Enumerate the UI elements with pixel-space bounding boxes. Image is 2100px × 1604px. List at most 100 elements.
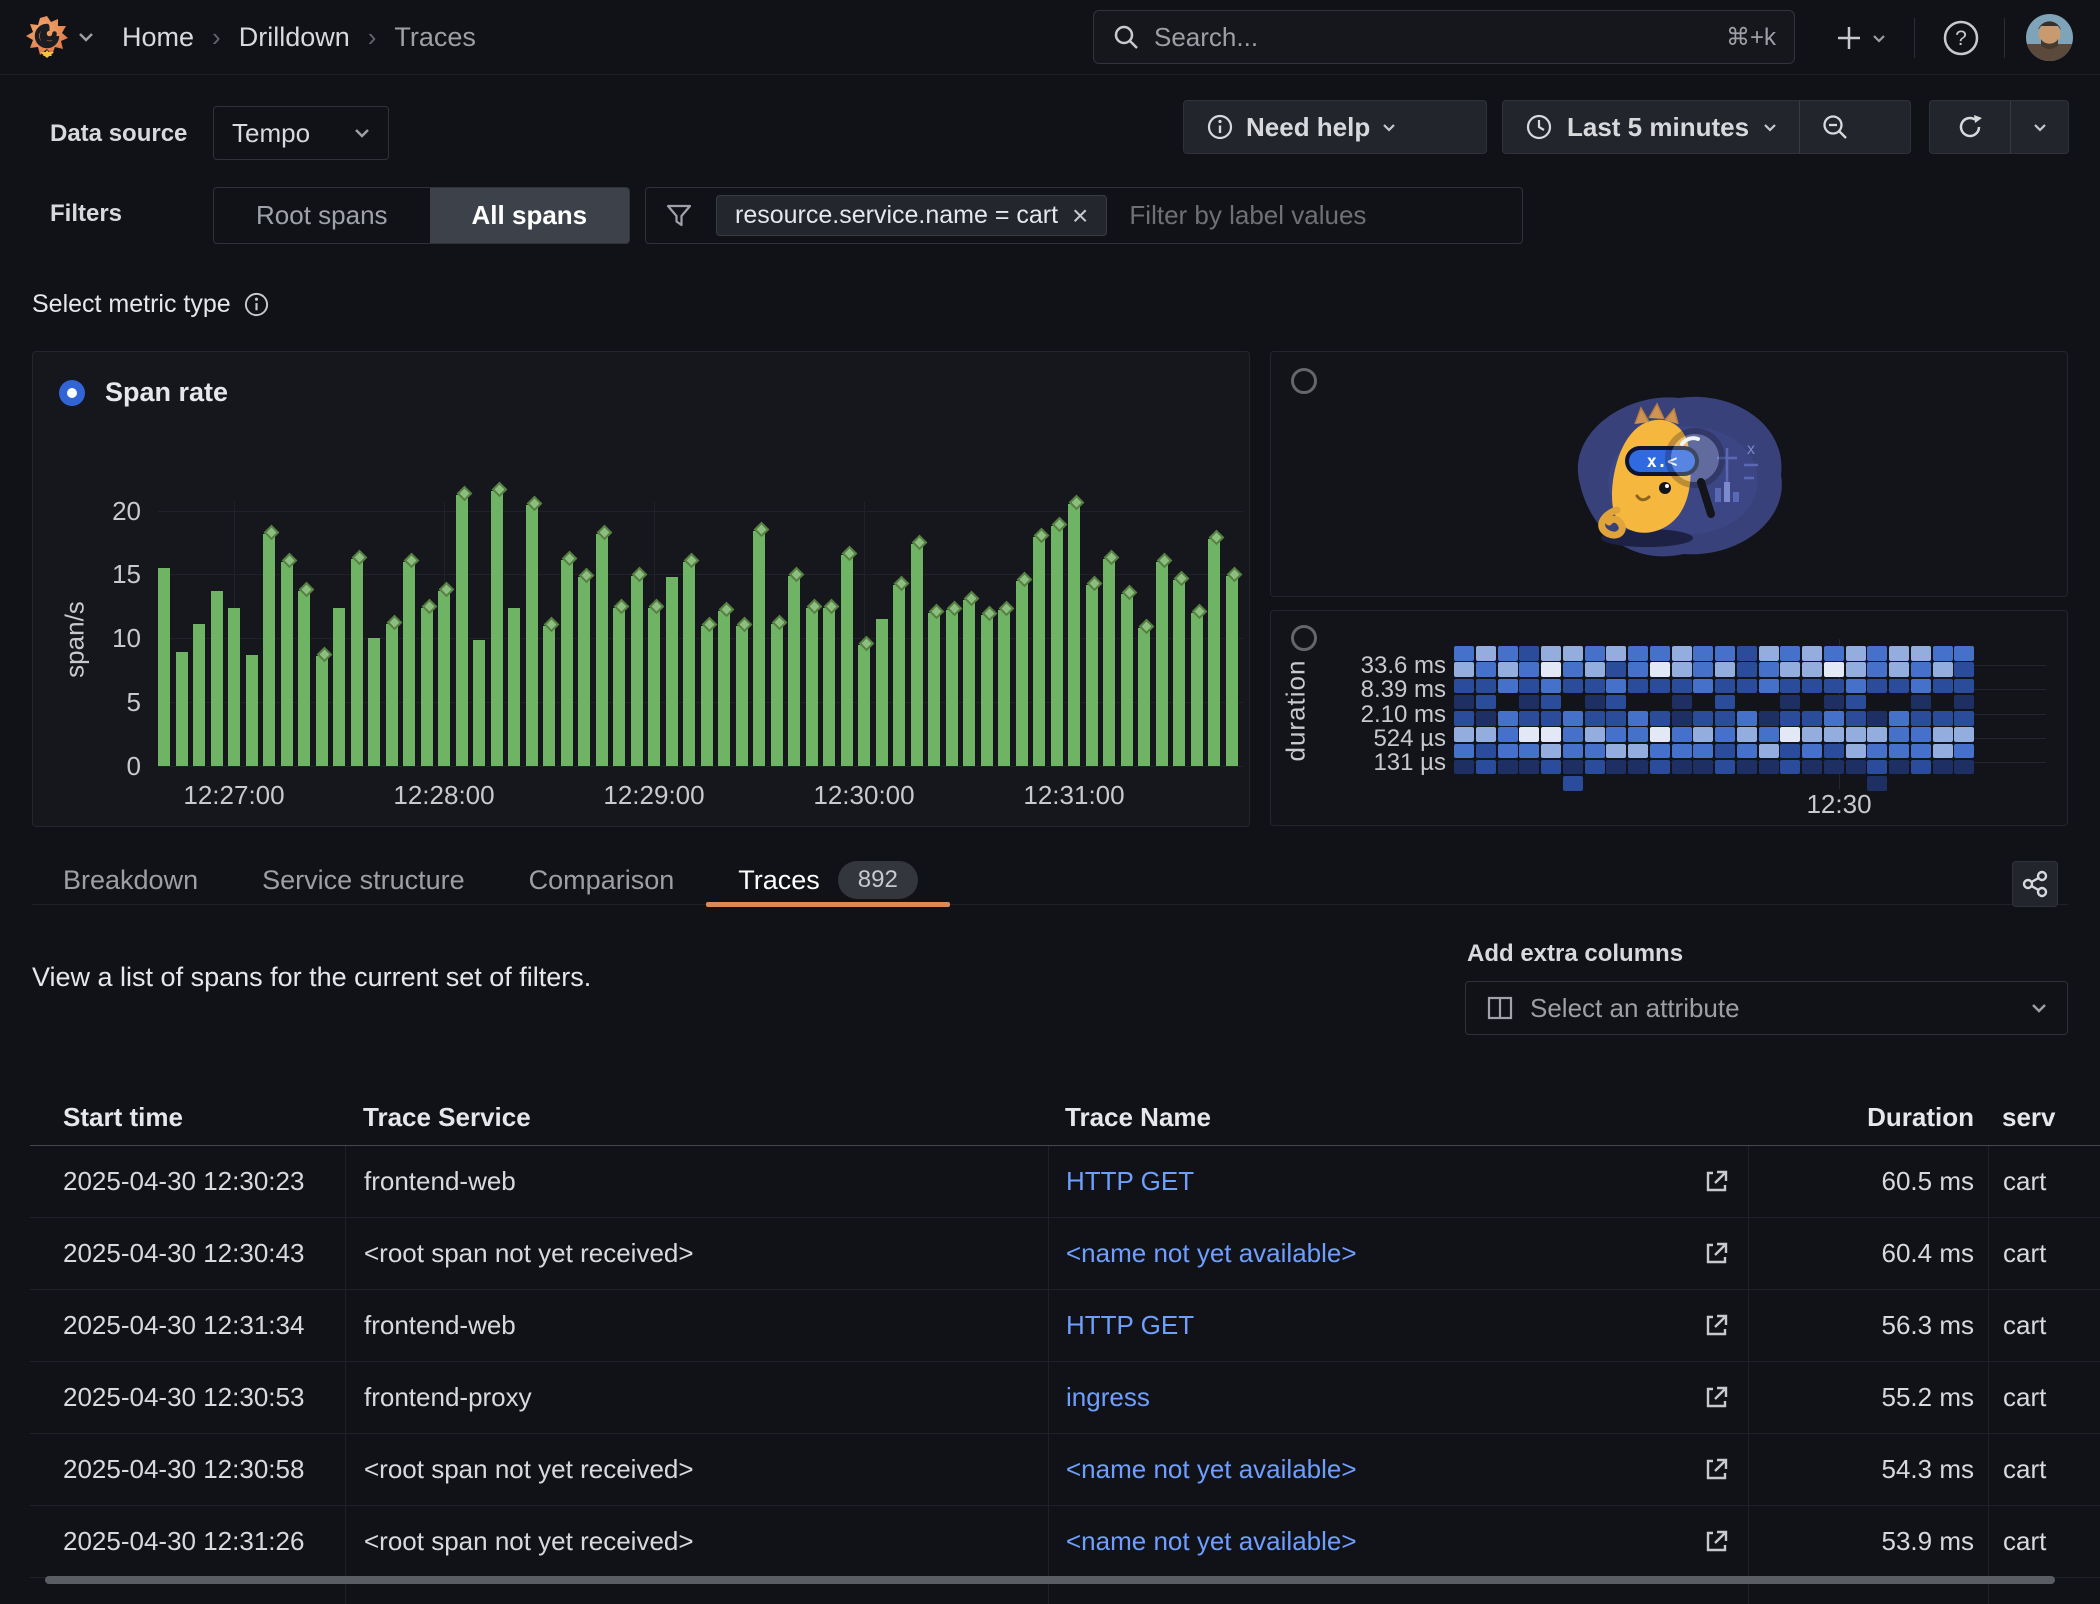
heatmap-cell[interactable] [1650,679,1670,694]
heatmap-cell[interactable] [1933,679,1953,694]
heatmap-cell[interactable] [1498,760,1518,775]
heatmap-cell[interactable] [1780,711,1800,726]
zoom-out-button[interactable] [1800,101,1870,153]
bar[interactable] [228,608,240,766]
metric-option-radio[interactable] [1291,368,1317,394]
heatmap-cell[interactable] [1867,711,1887,726]
heatmap-cell[interactable] [1780,744,1800,759]
bar[interactable] [613,608,625,766]
heatmap-cell[interactable] [1759,760,1779,775]
bar[interactable] [666,577,678,766]
heatmap-cell[interactable] [1563,776,1583,791]
heatmap-cell[interactable] [1628,662,1648,677]
bar[interactable] [1208,539,1220,766]
user-avatar[interactable] [2026,14,2073,61]
heatmap-cell[interactable] [1846,760,1866,775]
heatmap-cell[interactable] [1519,744,1539,759]
heatmap-cell[interactable] [1672,760,1692,775]
time-range-picker[interactable]: Last 5 minutes [1503,101,1799,153]
heatmap-cell[interactable] [1541,727,1561,742]
heatmap-cell[interactable] [1585,711,1605,726]
bar[interactable] [333,608,345,766]
all-spans-option[interactable]: All spans [430,188,630,243]
heatmap-cell[interactable] [1476,679,1496,694]
trace-name-link[interactable]: <name not yet available> [1066,1526,1357,1557]
heatmap-cell[interactable] [1672,662,1692,677]
bar[interactable] [876,619,888,766]
heatmap-cell[interactable] [1585,744,1605,759]
heatmap-cell[interactable] [1650,646,1670,661]
heatmap-cell[interactable] [1802,711,1822,726]
heatmap-cell[interactable] [1824,711,1844,726]
bar[interactable] [1051,526,1063,766]
column-header[interactable]: Duration [1748,1090,1988,1145]
heatmap-cell[interactable] [1563,662,1583,677]
heatmap-cell[interactable] [1476,744,1496,759]
column-header[interactable]: Trace Name [1048,1090,1748,1145]
heatmap-cell[interactable] [1628,727,1648,742]
external-link-icon[interactable] [1703,1456,1730,1483]
heatmap-cell[interactable] [1672,679,1692,694]
heatmap-cell[interactable] [1585,646,1605,661]
heatmap-cell[interactable] [1889,727,1909,742]
bar[interactable] [963,600,975,766]
trace-name-link[interactable]: HTTP GET [1066,1166,1194,1197]
search-input[interactable]: Search... ⌘+k [1093,10,1795,64]
heatmap-cell[interactable] [1563,760,1583,775]
bar[interactable] [176,652,188,766]
heatmap-cell[interactable] [1541,760,1561,775]
heatmap-cell[interactable] [1693,662,1713,677]
heatmap-cell[interactable] [1759,727,1779,742]
heatmap-cell[interactable] [1867,679,1887,694]
horizontal-scrollbar[interactable] [45,1576,2055,1584]
external-link-icon[interactable] [1703,1312,1730,1339]
heatmap-cell[interactable] [1519,662,1539,677]
heatmap-cell[interactable] [1846,679,1866,694]
heatmap-cell[interactable] [1759,711,1779,726]
bar[interactable] [421,608,433,766]
heatmap-cell[interactable] [1563,727,1583,742]
heatmap-cell[interactable] [1824,695,1844,710]
heatmap-cell[interactable] [1846,744,1866,759]
trace-name-link[interactable]: <name not yet available> [1066,1238,1357,1269]
heatmap-cell[interactable] [1454,662,1474,677]
heatmap-cell[interactable] [1867,727,1887,742]
heatmap-cell[interactable] [1911,744,1931,759]
heatmap-cell[interactable] [1911,662,1931,677]
datasource-select[interactable]: Tempo [213,106,389,160]
bar[interactable] [1121,594,1133,766]
bar[interactable] [1173,580,1185,766]
heatmap-cell[interactable] [1933,760,1953,775]
label-filter-input[interactable]: resource.service.name = cart × Filter by… [645,187,1523,244]
bar[interactable] [473,640,485,766]
heatmap-cell[interactable] [1933,662,1953,677]
tab-breakdown[interactable]: Breakdown [31,855,230,905]
heatmap-cell[interactable] [1628,679,1648,694]
bar[interactable] [456,495,468,766]
heatmap-cell[interactable] [1846,646,1866,661]
bar[interactable] [701,626,713,766]
bar[interactable] [788,576,800,766]
heatmap-cell[interactable] [1541,695,1561,710]
heatmap-cell[interactable] [1693,646,1713,661]
grafana-logo-button[interactable] [24,13,102,61]
heatmap-cell[interactable] [1454,679,1474,694]
bar[interactable] [806,608,818,766]
heatmap-cell[interactable] [1715,744,1735,759]
heatmap-cell[interactable] [1846,727,1866,742]
heatmap-cell[interactable] [1519,679,1539,694]
heatmap-cell[interactable] [1780,727,1800,742]
bar[interactable] [911,544,923,766]
heatmap-cell[interactable] [1954,679,1974,694]
heatmap-cell[interactable] [1519,711,1539,726]
heatmap-cell[interactable] [1715,679,1735,694]
heatmap-cell[interactable] [1476,695,1496,710]
heatmap-cell[interactable] [1672,695,1692,710]
heatmap-cell[interactable] [1628,646,1648,661]
bar[interactable] [193,624,205,766]
bar[interactable] [596,534,608,766]
heatmap-cell[interactable] [1498,679,1518,694]
bar[interactable] [858,645,870,766]
heatmap-cell[interactable] [1476,760,1496,775]
bar[interactable] [578,577,590,766]
